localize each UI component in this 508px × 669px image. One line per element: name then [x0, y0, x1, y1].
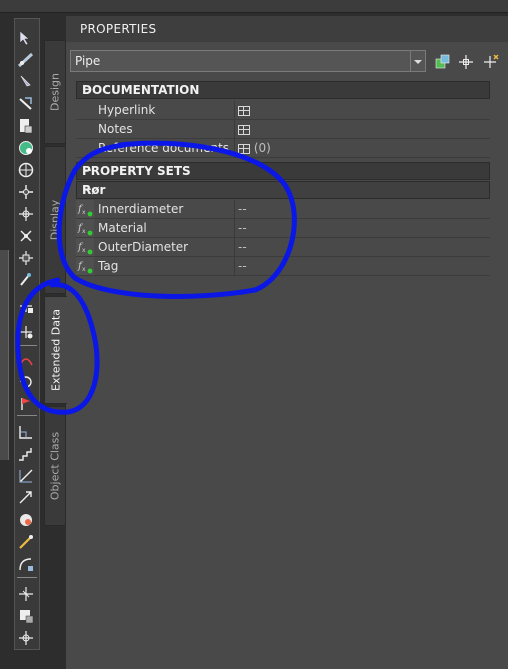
tab-display[interactable]: Display: [44, 146, 66, 294]
object-type-value: Pipe: [75, 54, 101, 68]
property-value[interactable]: --: [238, 221, 247, 235]
property-row[interactable]: fx Innerdiameter --: [76, 200, 490, 219]
svg-text:x: x: [82, 228, 86, 235]
valve-icon[interactable]: [17, 249, 37, 267]
table-icon: [238, 105, 250, 116]
collapse-icon[interactable]: −: [82, 82, 484, 96]
toggle-pickadd-icon[interactable]: [482, 53, 500, 71]
tab-design-label: Design: [48, 73, 62, 111]
arc-tool-icon[interactable]: [17, 351, 37, 369]
property-label: Reference documents: [98, 141, 230, 155]
column-divider: [234, 139, 235, 157]
vertical-toolbar: [14, 18, 40, 650]
world-icon[interactable]: [17, 161, 37, 179]
property-sets-header[interactable]: PROPERTY SETS −: [76, 162, 490, 180]
property-value[interactable]: [238, 103, 250, 117]
cross-snap-icon[interactable]: [17, 585, 37, 603]
property-row[interactable]: Notes: [76, 120, 490, 139]
formula-icon: fx: [76, 200, 94, 218]
svg-text:x: x: [82, 247, 86, 254]
marker-icon[interactable]: [17, 271, 37, 289]
tab-display-label: Display: [48, 199, 62, 241]
formula-icon: fx: [76, 257, 94, 275]
brush-tool-icon[interactable]: [17, 533, 37, 551]
slope-grid-icon[interactable]: [17, 467, 37, 485]
svg-text:x: x: [82, 209, 86, 216]
collapse-icon[interactable]: −: [82, 163, 484, 177]
flag-tool-icon[interactable]: [17, 395, 37, 413]
column-divider: [234, 200, 235, 218]
toolbar-separator: [17, 577, 37, 578]
toolbar-separator: [17, 345, 37, 346]
property-value[interactable]: --: [238, 259, 247, 273]
collapse-icon[interactable]: −: [82, 182, 484, 196]
rotate-tool-icon[interactable]: [17, 373, 37, 391]
snap-point-icon[interactable]: [17, 183, 37, 201]
property-label: Material: [98, 221, 147, 235]
property-label: Hyperlink: [98, 103, 156, 117]
curve-tool-icon[interactable]: [17, 555, 37, 573]
fitting-icon[interactable]: [17, 227, 37, 245]
target-snap-icon[interactable]: [17, 629, 37, 647]
property-value[interactable]: (0): [238, 141, 271, 155]
property-value[interactable]: --: [238, 240, 247, 254]
tab-object-class-label: Object Class: [48, 431, 62, 501]
property-label: Notes: [98, 122, 133, 136]
left-edge-panel: [0, 250, 9, 460]
select-objects-icon[interactable]: [457, 53, 475, 71]
table-icon: [238, 143, 250, 154]
tab-extended-data-label: Extended Data: [49, 308, 63, 392]
grid-tool-icon[interactable]: [17, 423, 37, 441]
property-label: OuterDiameter: [98, 240, 189, 254]
tab-design[interactable]: Design: [44, 40, 66, 144]
property-value[interactable]: --: [238, 202, 247, 216]
property-row[interactable]: fx OuterDiameter --: [76, 238, 490, 257]
tab-extended-data[interactable]: Extended Data: [44, 296, 67, 404]
column-divider: [234, 238, 235, 256]
route-tool-icon[interactable]: [17, 73, 37, 91]
table-icon: [238, 124, 250, 135]
property-value-text: (0): [253, 141, 271, 155]
panel-title: PROPERTIES: [80, 22, 157, 36]
select-arrow-icon[interactable]: [17, 29, 37, 47]
object-type-dropdown[interactable]: Pipe: [70, 50, 426, 72]
property-label: Tag: [98, 259, 119, 273]
quick-select-icon[interactable]: [434, 53, 452, 71]
svg-text:x: x: [82, 266, 86, 273]
toolbar-separator: [17, 415, 37, 416]
edit-point-icon[interactable]: [17, 297, 37, 315]
pipe-tool-icon[interactable]: [17, 51, 37, 69]
column-divider: [234, 257, 235, 275]
document-icon[interactable]: [17, 117, 37, 135]
property-value[interactable]: [238, 122, 250, 136]
property-label: Innerdiameter: [98, 202, 184, 216]
color-swatch-icon[interactable]: [17, 511, 37, 529]
column-divider: [234, 101, 235, 119]
documentation-header[interactable]: DOCUMENTATION −: [76, 81, 490, 99]
move-tool-icon[interactable]: [17, 489, 37, 507]
property-set-group-header[interactable]: Rør −: [76, 181, 490, 199]
slope-tool-icon[interactable]: [17, 95, 37, 113]
property-row[interactable]: Reference documents (0): [76, 139, 490, 158]
formula-icon: fx: [76, 219, 94, 237]
globe-icon[interactable]: [17, 139, 37, 157]
property-row[interactable]: Hyperlink: [76, 101, 490, 120]
property-row[interactable]: fx Material --: [76, 219, 490, 238]
formula-icon: fx: [76, 238, 94, 256]
connector-icon[interactable]: [17, 205, 37, 223]
column-divider: [234, 219, 235, 237]
panel-tabs: Design Display Extended Data Object Clas…: [44, 40, 67, 530]
property-row[interactable]: fx Tag --: [76, 257, 490, 276]
top-bar: [0, 0, 508, 13]
chevron-down-icon[interactable]: [410, 51, 425, 71]
column-divider: [234, 120, 235, 138]
block-tool-icon[interactable]: [17, 607, 37, 625]
stairs-tool-icon[interactable]: [17, 445, 37, 463]
tab-object-class[interactable]: Object Class: [44, 406, 66, 526]
panel-title-bar: PROPERTIES: [66, 16, 508, 42]
insert-point-icon[interactable]: [17, 323, 37, 341]
